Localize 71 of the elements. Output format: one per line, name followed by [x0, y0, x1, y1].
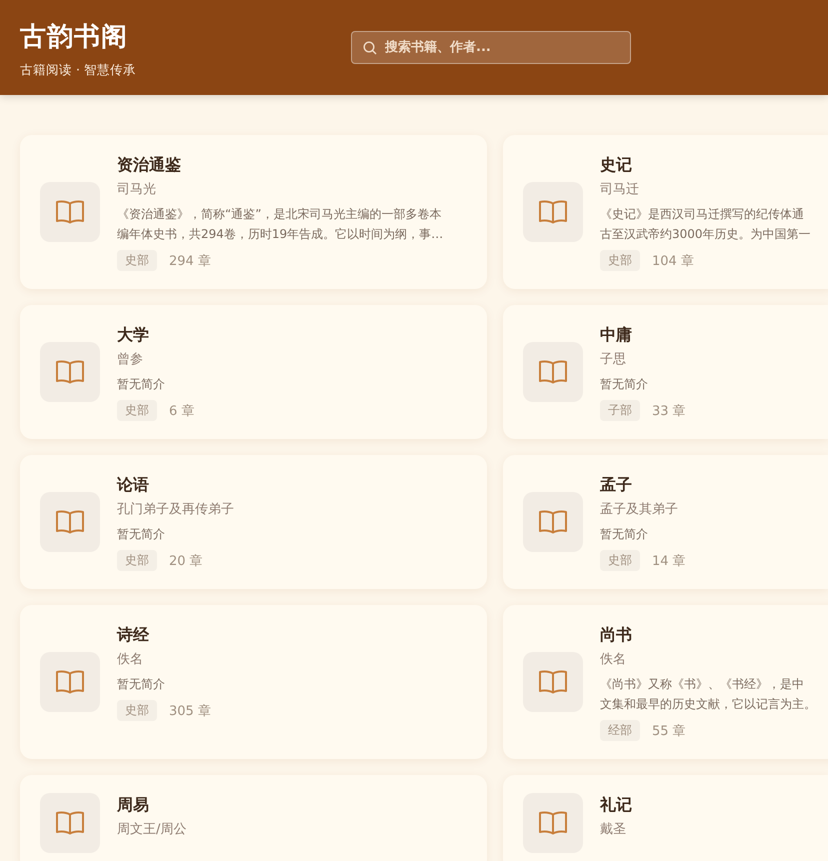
book-author: 佚名: [117, 651, 143, 669]
book-author: 周文王/周公: [117, 821, 186, 839]
book-title: 尚书: [600, 624, 632, 646]
book-icon: [538, 669, 568, 695]
chapter-count: 33 章: [652, 402, 686, 420]
book-card[interactable]: 资治通鉴 司马光 《资治通鉴》，简称“通鉴”，是北宋司马光主编的一部多卷本 编年体史书，共294卷，历时19年告成。它以时间为纲，事… 史部 294 章: [20, 135, 487, 289]
book-author: 司马光: [117, 181, 156, 199]
category-tag: 史部: [600, 250, 640, 271]
book-icon: [55, 509, 85, 535]
site-subtitle: 古籍阅读 · 智慧传承: [20, 62, 136, 78]
book-title: 礼记: [600, 794, 632, 816]
book-title: 资治通鉴: [117, 154, 181, 176]
book-title: 论语: [117, 474, 149, 496]
book-icon: [55, 810, 85, 836]
category-tag: 史部: [117, 550, 157, 571]
book-card[interactable]: 大学 曾参 暂无简介 史部 6 章: [20, 305, 487, 439]
search-icon: [363, 41, 377, 55]
book-author: 曾参: [117, 351, 143, 369]
chapter-count: 294 章: [169, 252, 211, 270]
book-icon: [538, 359, 568, 385]
book-card[interactable]: 诗经 佚名 暂无简介 史部 305 章: [20, 605, 487, 759]
category-tag: 史部: [600, 550, 640, 571]
chapter-count: 55 章: [652, 722, 686, 740]
book-title: 大学: [117, 324, 149, 346]
chapter-count: 305 章: [169, 702, 211, 720]
book-title: 史记: [600, 154, 632, 176]
category-tag: 史部: [117, 400, 157, 421]
book-icon: [538, 810, 568, 836]
chapter-count: 14 章: [652, 552, 686, 570]
description-line: 暂无简介: [600, 526, 648, 543]
description-line: 古至汉武帝约3000年历史。为中国第一: [600, 226, 811, 243]
site-title: 古韵书阁: [20, 20, 128, 54]
description-line: 暂无简介: [117, 376, 165, 393]
book-card[interactable]: 周易 周文王/周公: [20, 775, 487, 861]
description-line: 《史记》是西汉司马迁撰写的纪传体通: [600, 206, 804, 223]
book-title: 诗经: [117, 624, 149, 646]
book-author: 佚名: [600, 651, 626, 669]
description-line: 暂无简介: [117, 526, 165, 543]
book-icon: [538, 199, 568, 225]
book-title: 周易: [117, 794, 149, 816]
book-author: 司马迁: [600, 181, 639, 199]
description-line: 《资治通鉴》，简称“通鉴”，是北宋司马光主编的一部多卷本: [117, 206, 442, 223]
description-line: 暂无简介: [600, 376, 648, 393]
book-card[interactable]: 中庸 子思 暂无简介 子部 33 章: [503, 305, 828, 439]
description-line: 暂无简介: [117, 676, 165, 693]
category-tag: 子部: [600, 400, 640, 421]
chapter-count: 6 章: [169, 402, 194, 420]
search-field[interactable]: 搜索书籍、作者...: [351, 31, 631, 64]
book-icon: [55, 359, 85, 385]
description-line: 《尚书》又称《书》、《书经》，是中: [600, 676, 804, 693]
book-author: 孔门弟子及再传弟子: [117, 501, 234, 519]
book-icon: [55, 199, 85, 225]
book-card[interactable]: 尚书 佚名 《尚书》又称《书》、《书经》，是中 文集和最早的历史文献，它以记言为主。 经部 55 章: [503, 605, 828, 759]
book-card[interactable]: 孟子 孟子及其弟子 暂无简介 史部 14 章: [503, 455, 828, 589]
book-author: 子思: [600, 351, 626, 369]
category-tag: 史部: [117, 250, 157, 271]
book-card[interactable]: 论语 孔门弟子及再传弟子 暂无简介 史部 20 章: [20, 455, 487, 589]
description-line: 文集和最早的历史文献，它以记言为主。: [600, 696, 816, 713]
book-card[interactable]: 礼记 戴圣: [503, 775, 828, 861]
category-tag: 史部: [117, 700, 157, 721]
book-author: 戴圣: [600, 821, 626, 839]
category-tag: 经部: [600, 720, 640, 741]
book-icon: [538, 509, 568, 535]
chapter-count: 20 章: [169, 552, 203, 570]
book-title: 中庸: [600, 324, 632, 346]
book-card[interactable]: 史记 司马迁 《史记》是西汉司马迁撰写的纪传体通 古至汉武帝约3000年历史。为中国第一 史部 104 章: [503, 135, 828, 289]
book-author: 孟子及其弟子: [600, 501, 678, 519]
book-title: 孟子: [600, 474, 632, 496]
description-line: 编年体史书，共294卷，历时19年告成。它以时间为纲，事…: [117, 226, 444, 243]
book-icon: [55, 669, 85, 695]
chapter-count: 104 章: [652, 252, 694, 270]
